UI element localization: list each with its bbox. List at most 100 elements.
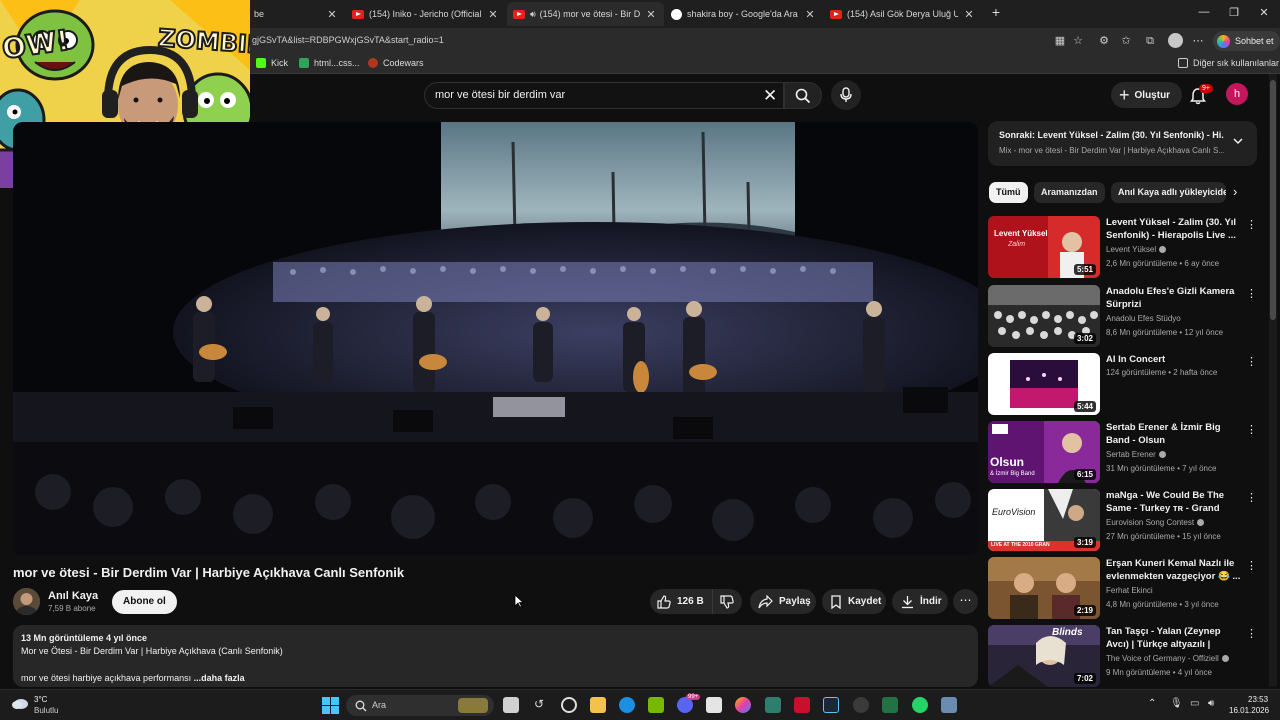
edge-browser-icon[interactable] <box>619 697 635 713</box>
chevron-right-icon[interactable]: › <box>1233 184 1237 199</box>
display-icon[interactable]: ▭ <box>1190 698 1199 709</box>
clock-time[interactable]: 23:53 <box>1248 695 1268 704</box>
close-icon[interactable]: ✕ <box>644 8 658 21</box>
extension-icon[interactable]: ⚙ <box>1097 34 1111 48</box>
download-button[interactable]: İndir <box>892 589 948 614</box>
bookmark-codewars[interactable]: Codewars <box>368 58 424 68</box>
close-icon[interactable]: ✕ <box>486 8 500 21</box>
video-thumbnail[interactable]: Blinds 7:02 <box>988 625 1100 687</box>
other-bookmarks[interactable]: Diğer sık kullanılanlar <box>1178 58 1279 68</box>
recommendation-item[interactable]: Blinds 7:02 Tan Taşçı - Yalan (Zeynep Av… <box>988 625 1258 689</box>
clear-search-icon[interactable]: ✕ <box>763 86 777 106</box>
vertical-dots-icon[interactable]: ⋮ <box>1246 559 1257 572</box>
video-thumbnail[interactable]: Olsun & İzmir Big Band 6:15 <box>988 421 1100 483</box>
search-input[interactable] <box>435 89 755 101</box>
vertical-dots-icon[interactable]: ⋮ <box>1246 287 1257 300</box>
more-actions-button[interactable]: ⋯ <box>953 589 978 614</box>
clock-date[interactable]: 16.01.2026 <box>1229 706 1269 715</box>
weather-temperature[interactable]: 3°C <box>34 695 47 704</box>
bookmark-html-css[interactable]: html...css... <box>299 58 360 68</box>
collections-icon[interactable]: ⧉ <box>1143 34 1157 48</box>
subscribe-button[interactable]: Abone ol <box>112 590 177 614</box>
git-icon[interactable] <box>765 697 781 713</box>
channel-name[interactable]: Anıl Kaya <box>48 590 98 602</box>
close-icon[interactable]: ✕ <box>325 8 339 21</box>
windows-start-icon[interactable] <box>322 697 339 714</box>
volume-icon[interactable]: 🔊︎ <box>1208 698 1214 709</box>
app-icon[interactable]: ▦ <box>1053 34 1067 48</box>
taskbar-search[interactable]: Ara <box>346 695 494 716</box>
description-box[interactable]: 13 Mn görüntüleme 4 yıl önce Mor ve Ötes… <box>13 625 978 687</box>
video-thumbnail[interactable]: Levent Yüksel Zalim 5:51 <box>988 216 1100 278</box>
share-button[interactable]: Paylaş <box>750 589 816 614</box>
recommendation-item[interactable]: 3:02 Anadolu Efes'e Gizli Kamera Sürpriz… <box>988 285 1258 349</box>
minimize-icon[interactable]: — <box>1194 6 1214 18</box>
chip-from-search[interactable]: Aramanızdan <box>1034 182 1105 203</box>
copilot-icon[interactable] <box>735 697 751 713</box>
dislike-button[interactable] <box>712 589 742 614</box>
microphone-tray-icon[interactable]: 🎙︎ <box>1170 698 1183 709</box>
chatgpt-icon[interactable] <box>561 697 577 713</box>
close-icon[interactable]: ✕ <box>803 8 817 21</box>
chevron-up-icon[interactable]: ⌃ <box>1148 698 1156 709</box>
star-icon[interactable]: ☆ <box>1071 34 1085 48</box>
close-icon[interactable]: ✕ <box>962 8 976 21</box>
nvidia-icon[interactable] <box>648 697 664 713</box>
chevron-down-icon[interactable] <box>1232 135 1244 147</box>
steam-icon[interactable] <box>823 697 839 713</box>
tab-google-search[interactable]: shakira boy - Google'da Ara ✕ <box>665 2 823 26</box>
vertical-dots-icon[interactable]: ⋮ <box>1246 355 1257 368</box>
video-thumbnail[interactable]: 3:02 <box>988 285 1100 347</box>
chip-from-uploader[interactable]: Anıl Kaya adlı yükleyiciden <box>1111 182 1226 203</box>
tab-iniko-jericho[interactable]: (154) Iniko - Jericho (Official Video) ✕ <box>346 2 506 26</box>
vertical-dots-icon[interactable]: ⋮ <box>1246 423 1257 436</box>
snipping-tool-icon[interactable] <box>706 697 722 713</box>
speaker-icon[interactable]: 🔊︎ <box>530 9 536 20</box>
recommendation-item[interactable]: 5:44 AI In Concert 124 görüntüleme • 2 h… <box>988 353 1258 417</box>
recommendation-item[interactable]: Levent Yüksel Zalim 5:51 Levent Yüksel -… <box>988 216 1258 280</box>
obs-icon[interactable] <box>853 697 869 713</box>
vertical-dots-icon[interactable]: ⋮ <box>1246 218 1257 231</box>
show-more-link[interactable]: ...daha fazla <box>191 673 245 683</box>
user-avatar[interactable]: h <box>1226 83 1248 105</box>
excel-icon[interactable] <box>882 697 898 713</box>
video-thumbnail[interactable]: 2:19 <box>988 557 1100 619</box>
widgets-icon[interactable]: ↺ <box>531 697 547 713</box>
recommendation-item[interactable]: 2:19 Erşan Kuneri Kemal Nazlı ile evlenm… <box>988 557 1258 621</box>
recommendation-item[interactable]: Olsun & İzmir Big Band 6:15 Sertab Erene… <box>988 421 1258 485</box>
search-button[interactable] <box>784 82 822 109</box>
video-player[interactable] <box>13 122 978 555</box>
file-explorer-icon[interactable] <box>590 697 606 713</box>
whatsapp-icon[interactable] <box>912 697 928 713</box>
weather-description[interactable]: Bulutlu <box>34 706 58 715</box>
profile-avatar[interactable] <box>1168 33 1183 48</box>
close-window-icon[interactable]: ✕ <box>1254 6 1274 19</box>
save-button[interactable]: Kaydet <box>822 589 886 614</box>
recommendation-item[interactable]: EuroVision LIVE AT THE 2010 GRAN 3:19 ma… <box>988 489 1258 553</box>
chip-all[interactable]: Tümü <box>989 182 1028 203</box>
url-field[interactable]: gjGSvTA&list=RDBPGWxjGSvTA&start_radio=1 <box>252 35 444 45</box>
video-thumbnail[interactable]: EuroVision LIVE AT THE 2010 GRAN 3:19 <box>988 489 1100 551</box>
like-button[interactable]: 126 B <box>650 589 712 614</box>
voice-search-button[interactable] <box>831 80 861 110</box>
cloud-weather-icon[interactable] <box>11 696 29 710</box>
vertical-dots-icon[interactable]: ⋮ <box>1246 491 1257 504</box>
menu-dots-icon[interactable]: ⋯ <box>1191 34 1205 48</box>
create-button[interactable]: + Oluştur <box>1111 82 1183 108</box>
vertical-dots-icon[interactable]: ⋮ <box>1246 627 1257 640</box>
bookmark-kick[interactable]: Kick <box>256 58 288 68</box>
maximize-icon[interactable]: ❐ <box>1224 6 1244 19</box>
task-view-icon[interactable] <box>503 697 519 713</box>
app-red-icon[interactable] <box>794 697 810 713</box>
tab-youtube-partial[interactable]: be ✕ <box>240 2 345 26</box>
video-thumbnail[interactable]: 5:44 <box>988 353 1100 415</box>
tab-asil-gok[interactable]: (154) Asil Gök Derya Uluğ Uyan Al ✕ <box>824 2 982 26</box>
channel-avatar[interactable] <box>13 588 40 615</box>
scrollbar-thumb[interactable] <box>1270 80 1276 320</box>
up-next-mix-panel[interactable]: Sonraki: Levent Yüksel - Zalim (30. Yıl … <box>988 121 1257 166</box>
favorites-icon[interactable]: ✩ <box>1119 34 1133 48</box>
copilot-chat-button[interactable]: Sohbet et <box>1213 31 1280 51</box>
tab-mor-ve-otesi[interactable]: 🔊︎ (154) mor ve ötesi - Bir Derdim ✕ <box>507 2 664 26</box>
new-tab-button[interactable]: + <box>986 4 1006 20</box>
settings-icon[interactable] <box>941 697 957 713</box>
